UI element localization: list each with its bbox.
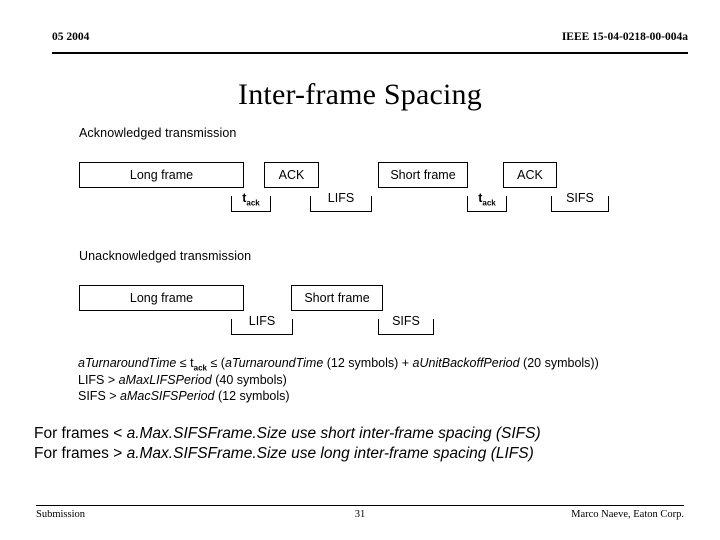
frame-box: Long frame (79, 285, 244, 311)
page-title: Inter-frame Spacing (238, 78, 482, 111)
interval-label: LIFS (246, 314, 278, 328)
body-line: For frames < a.Max.SIFSFrame.Size use sh… (34, 424, 714, 444)
parameter-name: use long inter-frame spacing (LIFS) (286, 445, 534, 462)
parameter-name: aMacSIFSPeriod (120, 389, 215, 403)
text-run: (20 symbols)) (519, 356, 599, 370)
symbol-t-ack: tack (190, 356, 207, 373)
text-run: (40 symbols) (211, 372, 287, 387)
interval-label: SIFS (390, 314, 422, 328)
parameter-name: a.Max.SIFSFrame.Size (126, 425, 287, 442)
frame-box: Short frame (291, 285, 383, 311)
interval-marker: LIFS (310, 192, 372, 212)
text-run: For frames < (34, 425, 127, 442)
constraint-line: aTurnaroundTime ≤ tack ≤ (aTurnaroundTim… (78, 355, 698, 372)
interval-marker: SIFS (378, 315, 434, 335)
parameter-name: aTurnaroundTime (224, 356, 324, 370)
parameter-name: a.Max.SIFSFrame.Size (126, 445, 287, 462)
header-doc-id: IEEE 15-04-0218-00-004a (561, 31, 688, 43)
slide-footer: Submission 31 Marco Naeve, Eaton Corp. (36, 505, 684, 526)
parameter-name: aMaxLIFSPeriod (118, 372, 212, 387)
text-run: (12 symbols) (214, 389, 290, 403)
frame-box: ACK (264, 162, 319, 188)
parameter-name: aTurnaroundTime (78, 356, 177, 370)
text-run: For frames > (34, 445, 127, 462)
interval-marker: tack (231, 192, 271, 212)
interval-marker: SIFS (551, 192, 609, 212)
text-run: ≤ (176, 356, 191, 370)
text-run: LIFS > (78, 372, 119, 387)
constraint-equations: aTurnaroundTime ≤ tack ≤ (aTurnaroundTim… (78, 355, 698, 405)
header-date: 05 2004 (52, 31, 90, 43)
frame-box: Short frame (378, 162, 468, 188)
interval-label: LIFS (325, 191, 357, 205)
body-statements: For frames < a.Max.SIFSFrame.Size use sh… (34, 424, 714, 464)
interval-label: tack (240, 191, 262, 208)
interval-label: tack (476, 191, 498, 208)
footer-author: Marco Naeve, Eaton Corp. (571, 509, 684, 520)
text-run: SIFS > (78, 389, 121, 403)
parameter-name: aUnitBackoffPeriod (412, 356, 520, 370)
frame-box: Long frame (79, 162, 244, 188)
diagram-row-caption: Acknowledged transmission (79, 126, 237, 140)
constraint-line: SIFS > aMacSIFSPeriod (12 symbols) (78, 388, 698, 405)
slide-header: 05 2004 IEEE 15-04-0218-00-004a (52, 30, 688, 54)
interval-marker: LIFS (231, 315, 293, 335)
text-run: (12 symbols) + (323, 356, 413, 370)
diagram-row-caption: Unacknowledged transmission (79, 249, 252, 263)
body-line: For frames > a.Max.SIFSFrame.Size use lo… (34, 444, 714, 464)
interval-marker: tack (467, 192, 507, 212)
parameter-name: use short inter-frame spacing (SIFS) (286, 425, 541, 442)
frame-box: ACK (503, 162, 557, 188)
constraint-line: LIFS > aMaxLIFSPeriod (40 symbols) (78, 372, 698, 389)
text-run: ≤ ( (206, 356, 225, 370)
interval-label: SIFS (564, 191, 596, 205)
